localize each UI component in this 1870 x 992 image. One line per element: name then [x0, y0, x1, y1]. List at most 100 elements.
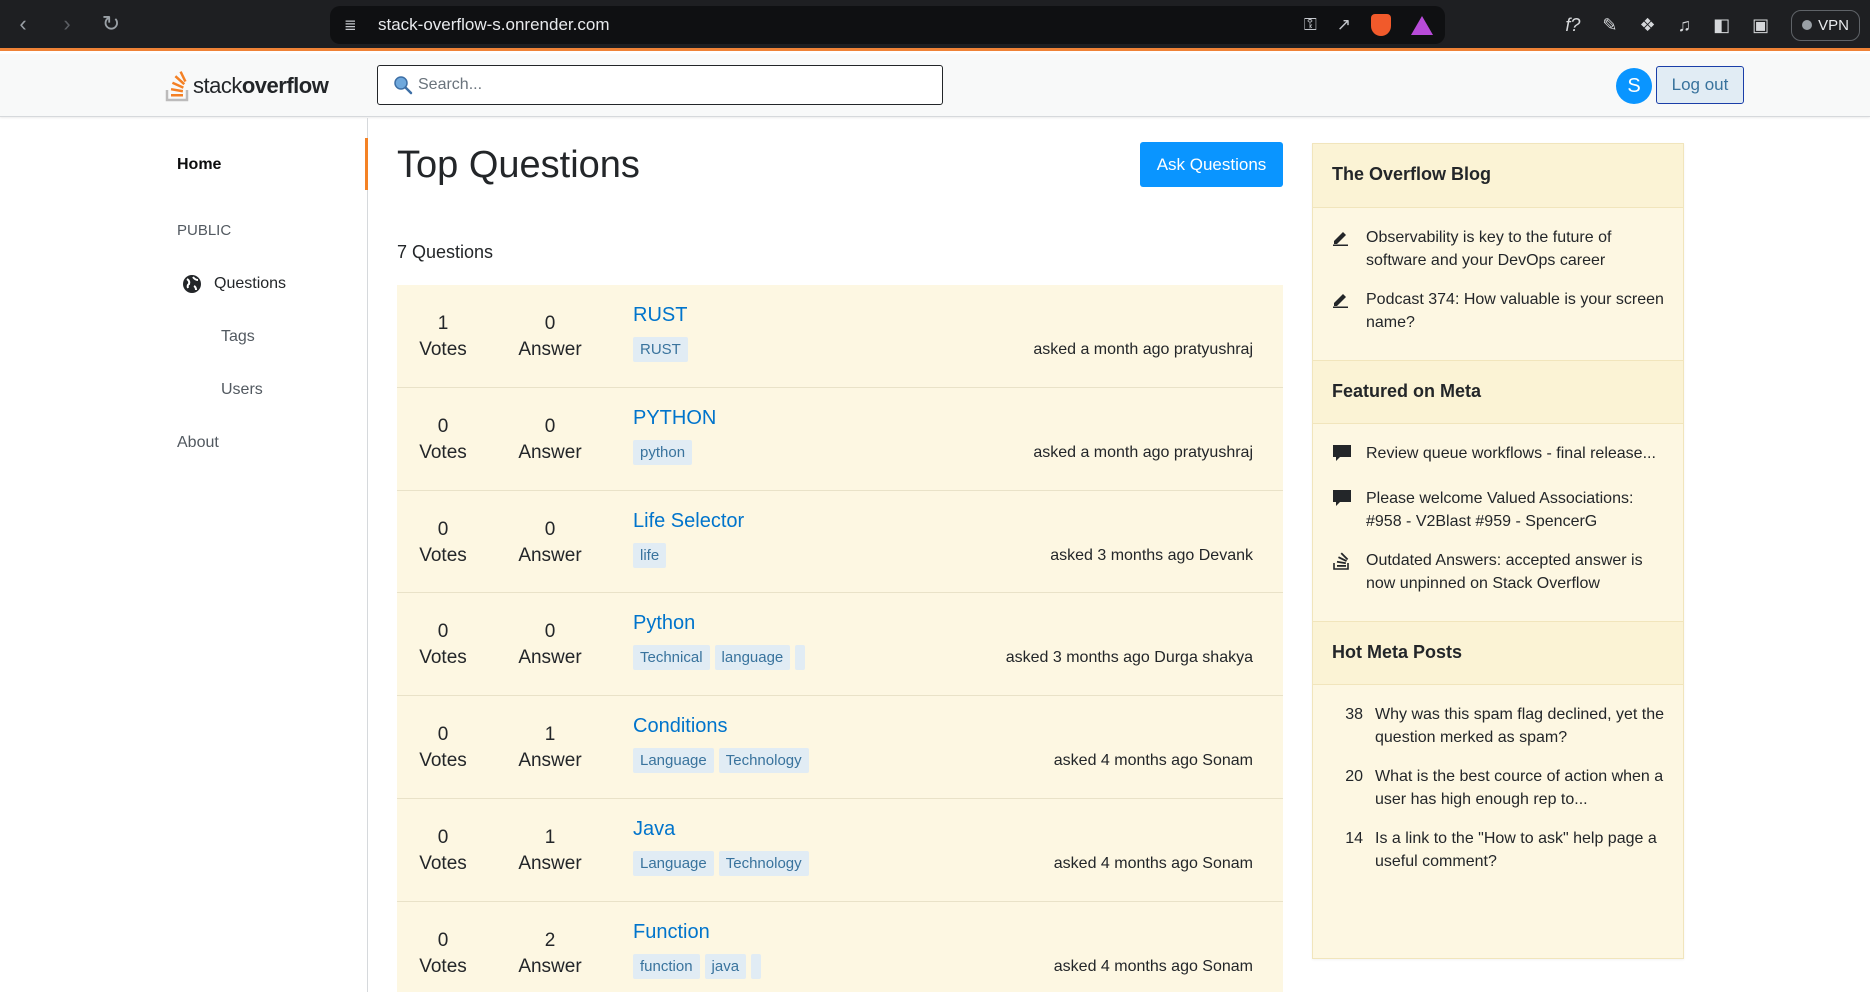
- meta-item[interactable]: Review queue workflows - final release..…: [1332, 442, 1667, 471]
- hot-meta-item[interactable]: 38 Why was this spam flag declined, yet …: [1332, 703, 1667, 749]
- sidebar-item-home[interactable]: Home: [177, 156, 221, 174]
- answer-count: 1 Answer: [515, 722, 585, 774]
- vote-count: 0 Votes: [415, 722, 471, 774]
- vote-label: Votes: [419, 852, 467, 874]
- question-tags: Language Technology: [633, 748, 809, 774]
- question-tag[interactable]: [751, 953, 762, 979]
- extensions-icon[interactable]: ❖: [1639, 15, 1655, 36]
- hot-meta-heading: Hot Meta Posts: [1313, 621, 1683, 685]
- answer-label: Answer: [518, 955, 582, 977]
- share-icon[interactable]: ↗: [1337, 15, 1351, 35]
- hot-meta-item[interactable]: 20 What is the best cource of action whe…: [1332, 765, 1667, 811]
- logo-text-overflow: overflow: [241, 73, 329, 98]
- wallet-icon[interactable]: ▣: [1752, 15, 1769, 36]
- sidebar-item-users[interactable]: Users: [221, 381, 263, 399]
- hot-meta-item[interactable]: 14 Is a link to the "How to ask" help pa…: [1332, 827, 1667, 873]
- answer-number: 0: [544, 415, 556, 437]
- question-tag[interactable]: language: [714, 645, 791, 671]
- question-tag[interactable]: [795, 645, 806, 671]
- site-header: stackoverflow S Log out: [0, 54, 1870, 117]
- meta-item-text: Outdated Answers: accepted answer is now…: [1366, 552, 1643, 592]
- address-bar[interactable]: ≣ stack-overflow-s.onrender.com ⚿ ↗: [330, 6, 1445, 44]
- hot-meta-text: What is the best cource of action when a…: [1375, 768, 1664, 808]
- blog-item-text: Observability is key to the future of so…: [1366, 229, 1612, 269]
- question-title-link[interactable]: Java: [633, 818, 675, 841]
- meta-item-text: Review queue workflows - final release..…: [1366, 445, 1656, 462]
- question-tags: Technical language: [633, 645, 806, 671]
- reload-icon[interactable]: ↻: [100, 13, 122, 35]
- key-icon[interactable]: ⚿: [1304, 15, 1317, 35]
- question-tag[interactable]: java: [704, 953, 747, 979]
- answer-label: Answer: [518, 339, 582, 360]
- brave-rewards-icon[interactable]: [1411, 15, 1433, 35]
- stack-logo-icon: [165, 71, 189, 102]
- vote-number: 0: [437, 826, 449, 848]
- question-tag[interactable]: RUST: [633, 337, 688, 362]
- logo[interactable]: stack overflow: [165, 66, 329, 106]
- question-tags: RUST: [633, 337, 688, 362]
- question-tag[interactable]: life: [633, 542, 667, 568]
- vote-label: Votes: [419, 441, 467, 463]
- meta-list: Review queue workflows - final release..…: [1313, 424, 1683, 621]
- sidebar-item-tags[interactable]: Tags: [221, 328, 255, 346]
- question-title-link[interactable]: Python: [633, 612, 695, 635]
- meta-item[interactable]: Outdated Answers: accepted answer is now…: [1332, 549, 1667, 595]
- vote-number: 0: [437, 415, 449, 437]
- blog-item[interactable]: Podcast 374: How valuable is your screen…: [1332, 288, 1667, 334]
- answer-label: Answer: [518, 647, 582, 669]
- browser-nav: ‹ › ↻: [12, 13, 302, 35]
- music-icon[interactable]: ♫: [1678, 15, 1692, 36]
- question-tag[interactable]: Technical: [633, 645, 710, 671]
- sidebar-item-about[interactable]: About: [177, 434, 219, 452]
- question-tag[interactable]: python: [633, 439, 693, 465]
- ask-question-button[interactable]: Ask Questions: [1140, 142, 1283, 187]
- question-meta: asked 4 months ago Sonam: [1053, 957, 1253, 975]
- logout-button[interactable]: Log out: [1656, 66, 1744, 104]
- left-sidebar: Home PUBLIC Questions Tags Users About: [0, 118, 368, 992]
- question-meta: asked 3 months ago Devank: [1050, 546, 1253, 564]
- formula-icon[interactable]: f?: [1565, 15, 1580, 36]
- question-title-link[interactable]: PYTHON: [633, 407, 716, 430]
- brave-shields-icon[interactable]: [1371, 14, 1391, 36]
- answer-number: 0: [544, 621, 556, 643]
- back-icon[interactable]: ‹: [12, 13, 34, 35]
- vote-label: Votes: [419, 647, 467, 669]
- answer-count: 2 Answer: [515, 928, 585, 980]
- question-tag[interactable]: Technology: [718, 850, 809, 876]
- vpn-button[interactable]: VPN: [1791, 9, 1860, 41]
- question-title-link[interactable]: Function: [633, 921, 710, 944]
- site-info-icon[interactable]: ≣: [344, 16, 366, 34]
- url-text[interactable]: stack-overflow-s.onrender.com: [378, 15, 609, 35]
- browser-tools: f? ✎ ❖ ♫ ◧ ▣ VPN: [1565, 6, 1860, 44]
- pencil-icon: [1332, 226, 1366, 253]
- avatar[interactable]: S: [1616, 68, 1652, 104]
- question-tag[interactable]: Technology: [718, 748, 809, 774]
- question-meta: asked 4 months ago Sonam: [1053, 854, 1253, 872]
- question-tag[interactable]: Language: [633, 748, 714, 774]
- question-tags: life: [633, 542, 667, 568]
- hot-meta-text: Is a link to the "How to ask" help page …: [1375, 830, 1657, 870]
- blog-item[interactable]: Observability is key to the future of so…: [1332, 226, 1667, 272]
- question-meta: asked 4 months ago Sonam: [1053, 752, 1253, 770]
- answer-count: 0 Answer: [515, 414, 585, 466]
- question-row: 0 Votes 1 Answer Java Language Technology asked…: [397, 799, 1283, 902]
- meta-item[interactable]: Please welcome Valued Associations: #958…: [1332, 487, 1667, 533]
- search-box[interactable]: [377, 65, 943, 105]
- picker-icon[interactable]: ✎: [1602, 15, 1617, 36]
- stack-icon: [1332, 549, 1366, 578]
- question-row: 0 Votes 0 Answer Life Selector life asked 3 mo…: [397, 491, 1283, 594]
- sidebar-icon[interactable]: ◧: [1713, 15, 1730, 36]
- question-title-link[interactable]: Life Selector: [633, 510, 744, 533]
- answer-label: Answer: [518, 750, 582, 772]
- forward-icon[interactable]: ›: [56, 13, 78, 35]
- question-tag[interactable]: Language: [633, 850, 714, 876]
- comment-icon: [1332, 442, 1366, 471]
- search-input[interactable]: [418, 76, 918, 94]
- right-sidebar: The Overflow Blog Observability is key t…: [1312, 143, 1684, 959]
- question-title-link[interactable]: RUST: [633, 304, 687, 327]
- question-tag[interactable]: function: [633, 953, 700, 979]
- answer-number: 1: [544, 826, 556, 848]
- search-icon: [394, 76, 413, 95]
- sidebar-item-questions[interactable]: Questions: [182, 274, 286, 294]
- question-title-link[interactable]: Conditions: [633, 715, 728, 738]
